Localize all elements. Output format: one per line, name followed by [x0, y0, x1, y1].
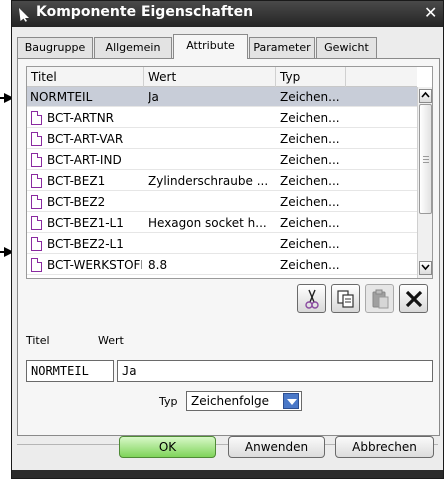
row-wert [148, 192, 274, 212]
row-typ: Zeichen... [280, 153, 340, 167]
table-header: Titel Wert Typ [27, 67, 417, 87]
tab-attribute[interactable]: Attribute [173, 34, 248, 59]
tab-allgemein[interactable]: Allgemein [94, 37, 172, 58]
table-row[interactable]: BCT-BEZ2 Zeichen... [27, 192, 417, 212]
titel-input[interactable]: NORMTEIL [26, 360, 114, 382]
document-icon [31, 216, 42, 230]
column-header-spacer [346, 67, 417, 87]
window-bottom-border [12, 470, 443, 478]
row-typ: Zeichen... [280, 111, 340, 125]
paste-icon [372, 289, 389, 309]
document-icon [31, 237, 42, 251]
row-wert: Hexagon socket h... [148, 216, 267, 230]
close-icon[interactable]: ✕ [424, 3, 437, 22]
row-typ: Zeichen... [280, 174, 340, 188]
ok-button[interactable]: OK [119, 436, 216, 458]
row-titel: BCT-ARTNR [47, 111, 115, 125]
row-typ: Zeichen... [280, 258, 340, 272]
row-typ: Zeichen... [280, 237, 340, 251]
table-row[interactable]: BCT-WERKSTOFF 8.8 Zeichen... [27, 255, 417, 275]
attribute-tab-pane: Titel Wert Typ NORMTEIL Ja Zeichen... BC… [17, 58, 440, 436]
apply-button[interactable]: Anwenden [228, 436, 325, 458]
table-row[interactable]: NORMTEIL Ja Zeichen... [27, 87, 417, 107]
row-typ: Zeichen... [280, 90, 340, 104]
document-icon [31, 258, 42, 272]
delete-x-icon [405, 290, 423, 308]
table-scrollbar[interactable] [417, 87, 432, 278]
row-wert [148, 129, 274, 149]
row-wert: Ja [148, 90, 159, 104]
row-titel: BCT-BEZ1-L1 [47, 216, 124, 230]
table-row[interactable]: BCT-ART-VAR Zeichen... [27, 129, 417, 149]
wert-input[interactable]: Ja [117, 360, 433, 382]
dialog-client-area: Baugruppe Allgemein Attribute Parameter … [12, 27, 443, 478]
row-wert: 8.8 [148, 258, 168, 272]
wert-label: Wert [98, 334, 124, 347]
row-typ: Zeichen... [280, 132, 340, 146]
scroll-down-button[interactable] [419, 261, 432, 275]
row-titel: BCT-ART-IND [47, 153, 122, 167]
document-icon [31, 174, 42, 188]
paste-button[interactable] [365, 284, 394, 313]
row-titel: BCT-BEZ2 [47, 195, 106, 209]
row-titel: BCT-ART-VAR [47, 132, 124, 146]
document-icon [31, 111, 42, 125]
row-wert [148, 234, 274, 254]
document-icon [31, 153, 42, 167]
attribute-table: Titel Wert Typ NORMTEIL Ja Zeichen... BC… [26, 66, 433, 279]
tab-baugruppe[interactable]: Baugruppe [17, 37, 93, 58]
delete-button[interactable] [399, 284, 428, 313]
titlebar[interactable]: Komponente Eigenschaften ✕ [12, 1, 443, 27]
document-icon [31, 195, 42, 209]
document-icon [31, 132, 42, 146]
dropdown-arrow-icon[interactable] [283, 393, 299, 409]
typ-select[interactable]: Zeichenfolge [186, 391, 302, 411]
row-typ: Zeichen... [280, 216, 340, 230]
component-properties-dialog: Komponente Eigenschaften ✕ Baugruppe All… [11, 0, 444, 479]
window-title: Komponente Eigenschaften [36, 4, 254, 20]
chevron-down-icon [421, 264, 430, 271]
copy-button[interactable] [331, 284, 360, 313]
cursor-icon [19, 8, 29, 22]
table-row[interactable]: BCT-ART-IND Zeichen... [27, 150, 417, 170]
row-titel: NORMTEIL [30, 90, 93, 104]
table-row[interactable]: BCT-ARTNR Zeichen... [27, 108, 417, 128]
scissors-icon [305, 289, 319, 309]
chevron-up-icon [421, 91, 430, 98]
titel-label: Titel [26, 334, 50, 347]
column-header-wert[interactable]: Wert [144, 67, 276, 87]
row-wert: Zylinderschraube ... [148, 174, 269, 188]
cancel-button[interactable]: Abbrechen [335, 436, 434, 458]
column-header-typ[interactable]: Typ [276, 67, 346, 87]
row-titel: BCT-BEZ2-L1 [47, 237, 124, 251]
table-row[interactable]: BCT-BEZ1 Zylinderschraube ... Zeichen... [27, 171, 417, 191]
cut-button[interactable] [297, 284, 326, 313]
tab-parameter[interactable]: Parameter [249, 37, 315, 58]
row-typ: Zeichen... [280, 195, 340, 209]
table-row[interactable]: BCT-BEZ1-L1 Hexagon socket h... Zeichen.… [27, 213, 417, 233]
table-row[interactable]: BCT-BEZ2-L1 Zeichen... [27, 234, 417, 254]
row-wert [148, 108, 274, 128]
typ-select-value: Zeichenfolge [191, 394, 270, 408]
tab-gewicht[interactable]: Gewicht [316, 37, 377, 58]
row-titel: BCT-BEZ1 [47, 174, 106, 188]
row-titel: BCT-WERKSTOFF [47, 258, 142, 272]
typ-label: Typ [159, 395, 178, 408]
copy-icon [337, 290, 354, 308]
column-header-titel[interactable]: Titel [27, 67, 144, 87]
scroll-up-button[interactable] [419, 89, 432, 103]
scroll-thumb[interactable] [419, 104, 432, 214]
row-wert [148, 150, 274, 170]
